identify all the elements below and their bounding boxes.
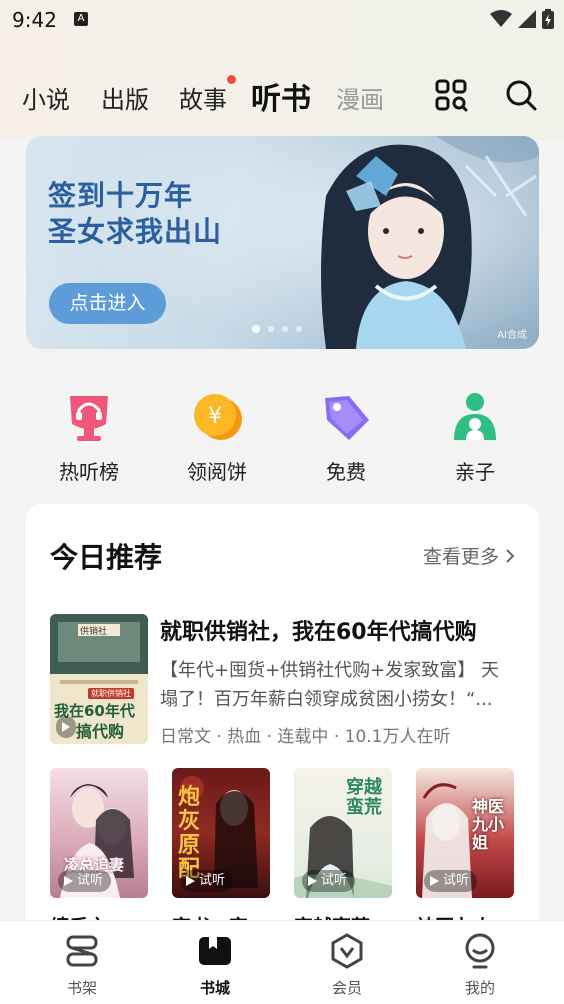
banner-pagination bbox=[252, 325, 302, 333]
book-cover-text: 穿越蛮荒 bbox=[346, 777, 382, 818]
quick-entry-label: 热听榜 bbox=[59, 460, 119, 484]
view-more-label: 查看更多 bbox=[422, 546, 499, 568]
book-cover[interactable]: 炮灰原配 试听 bbox=[172, 768, 270, 898]
trial-listen-label: 试听 bbox=[443, 873, 470, 888]
section-title: 今日推荐 bbox=[50, 541, 163, 574]
tab-publish[interactable]: 出版 bbox=[101, 80, 149, 115]
profile-icon bbox=[465, 933, 495, 969]
book-cover[interactable]: 凌总追妻 试听 bbox=[50, 768, 148, 898]
vip-icon bbox=[331, 933, 363, 969]
chevron-right-icon bbox=[506, 548, 515, 563]
banner-title: 签到十万年 圣女求我出山 bbox=[48, 178, 222, 250]
bottom-nav: 书架 书城 会员 我的 bbox=[0, 920, 564, 1004]
play-icon bbox=[64, 876, 73, 886]
play-icon bbox=[62, 722, 70, 732]
headphone-trophy-icon bbox=[70, 396, 108, 441]
nav-label: 会员 bbox=[331, 979, 362, 997]
quick-entry-label: 免费 bbox=[326, 460, 366, 484]
nav-bookstore[interactable]: 书城 bbox=[175, 931, 255, 998]
featured-cover-badge: 就职供销社 bbox=[88, 688, 134, 699]
book-cover[interactable]: 神医九小姐 试听 bbox=[416, 768, 514, 898]
featured-book-title[interactable]: 就职供销社，我在60年代搞代购 bbox=[160, 614, 477, 646]
quick-entry-family[interactable]: 亲子 bbox=[425, 390, 525, 485]
nav-vip[interactable]: 会员 bbox=[307, 931, 387, 998]
quick-entry-free[interactable]: 免费 bbox=[296, 390, 396, 485]
featured-cover-sign: 供销社 bbox=[80, 627, 108, 637]
featured-book-meta: 日常文 · 热血 · 连载中 · 10.1万人在听 bbox=[160, 727, 451, 747]
play-icon bbox=[430, 876, 439, 886]
tab-comic[interactable]: 漫画 bbox=[336, 80, 384, 115]
book-cover[interactable]: 穿越蛮荒 试听 bbox=[294, 768, 392, 898]
status-bar: 9:42 A bbox=[0, 0, 564, 38]
banner-dot[interactable] bbox=[296, 326, 302, 332]
nav-profile[interactable]: 我的 bbox=[440, 931, 520, 998]
today-recommend-card: 今日推荐 查看更多 供销社 就职供销社 我在60年代 搞代购 就职供销社，我在6… bbox=[26, 504, 539, 944]
tab-story[interactable]: 故事 bbox=[179, 80, 227, 115]
svg-text:¥: ¥ bbox=[208, 404, 222, 429]
featured-cover-text-bottom: 搞代购 bbox=[76, 722, 125, 741]
featured-book-cover[interactable]: 供销社 就职供销社 我在60年代 搞代购 bbox=[50, 614, 148, 744]
banner-dot[interactable] bbox=[268, 326, 274, 332]
bookshelf-icon bbox=[66, 935, 98, 967]
trial-listen-badge[interactable]: 试听 bbox=[180, 870, 234, 892]
bookstore-icon bbox=[199, 937, 231, 965]
book-cover-text: 神医九小姐 bbox=[472, 797, 505, 852]
ai-generated-tag: AI合成 bbox=[497, 330, 527, 341]
nav-bookshelf[interactable]: 书架 bbox=[42, 931, 122, 998]
book-row: 凌总追妻 试听 缠后之 炮灰原配 试听 穿书：穿 bbox=[50, 768, 520, 944]
nav-label: 书架 bbox=[66, 979, 97, 997]
status-time: 9:42 bbox=[12, 8, 57, 32]
banner-dot[interactable] bbox=[252, 325, 260, 333]
scan-grid-icon[interactable] bbox=[434, 78, 468, 112]
quick-entry-coin[interactable]: ¥ 领阅饼 bbox=[167, 390, 267, 485]
nav-label: 我的 bbox=[464, 979, 495, 997]
tab-badge-dot bbox=[227, 75, 236, 84]
nav-label: 书城 bbox=[199, 979, 230, 997]
banner-enter-button[interactable]: 点击进入 bbox=[49, 283, 166, 324]
quick-entry-label: 领阅饼 bbox=[187, 460, 247, 484]
quick-entries: 热听榜 ¥ 领阅饼 免费 亲子 bbox=[0, 390, 564, 490]
category-tabs: 小说 出版 故事 听书 漫画 bbox=[22, 74, 402, 118]
wifi-icon bbox=[490, 10, 512, 27]
banner-title-line2: 圣女求我出山 bbox=[48, 215, 223, 248]
tab-audiobook[interactable]: 听书 bbox=[251, 74, 311, 118]
search-icon[interactable] bbox=[504, 78, 538, 112]
quick-entry-label: 亲子 bbox=[455, 460, 495, 484]
view-more-link[interactable]: 查看更多 bbox=[423, 542, 515, 569]
trial-listen-label: 试听 bbox=[77, 873, 104, 888]
featured-book-description: 【年代+囤货+供销社代购+发家致富】 天塌了！百万年薪白领穿成贫困小捞女！“..… bbox=[160, 660, 499, 710]
trial-listen-label: 试听 bbox=[321, 873, 348, 888]
play-icon bbox=[308, 876, 317, 886]
book-cover-text: 炮灰原配 bbox=[178, 785, 201, 882]
status-icons bbox=[490, 9, 554, 29]
play-icon bbox=[186, 876, 195, 886]
banner-title-line1: 签到十万年 bbox=[48, 179, 194, 212]
quick-entry-hot-chart[interactable]: 热听榜 bbox=[39, 390, 139, 485]
tab-novel[interactable]: 小说 bbox=[22, 80, 70, 115]
battery-icon bbox=[542, 9, 554, 29]
trial-listen-badge[interactable]: 试听 bbox=[58, 870, 112, 892]
family-icon bbox=[454, 393, 496, 440]
promo-banner[interactable]: 签到十万年 圣女求我出山 点击进入 AI合成 bbox=[26, 136, 539, 349]
signal-icon bbox=[518, 10, 536, 28]
trial-listen-badge[interactable]: 试听 bbox=[302, 870, 356, 892]
coin-icon: ¥ bbox=[194, 394, 242, 440]
banner-dot[interactable] bbox=[282, 326, 288, 332]
play-badge[interactable] bbox=[56, 716, 76, 738]
trial-listen-label: 试听 bbox=[199, 873, 226, 888]
tag-icon bbox=[325, 396, 369, 440]
trial-listen-badge[interactable]: 试听 bbox=[424, 870, 478, 892]
notification-icon: A bbox=[74, 12, 88, 26]
